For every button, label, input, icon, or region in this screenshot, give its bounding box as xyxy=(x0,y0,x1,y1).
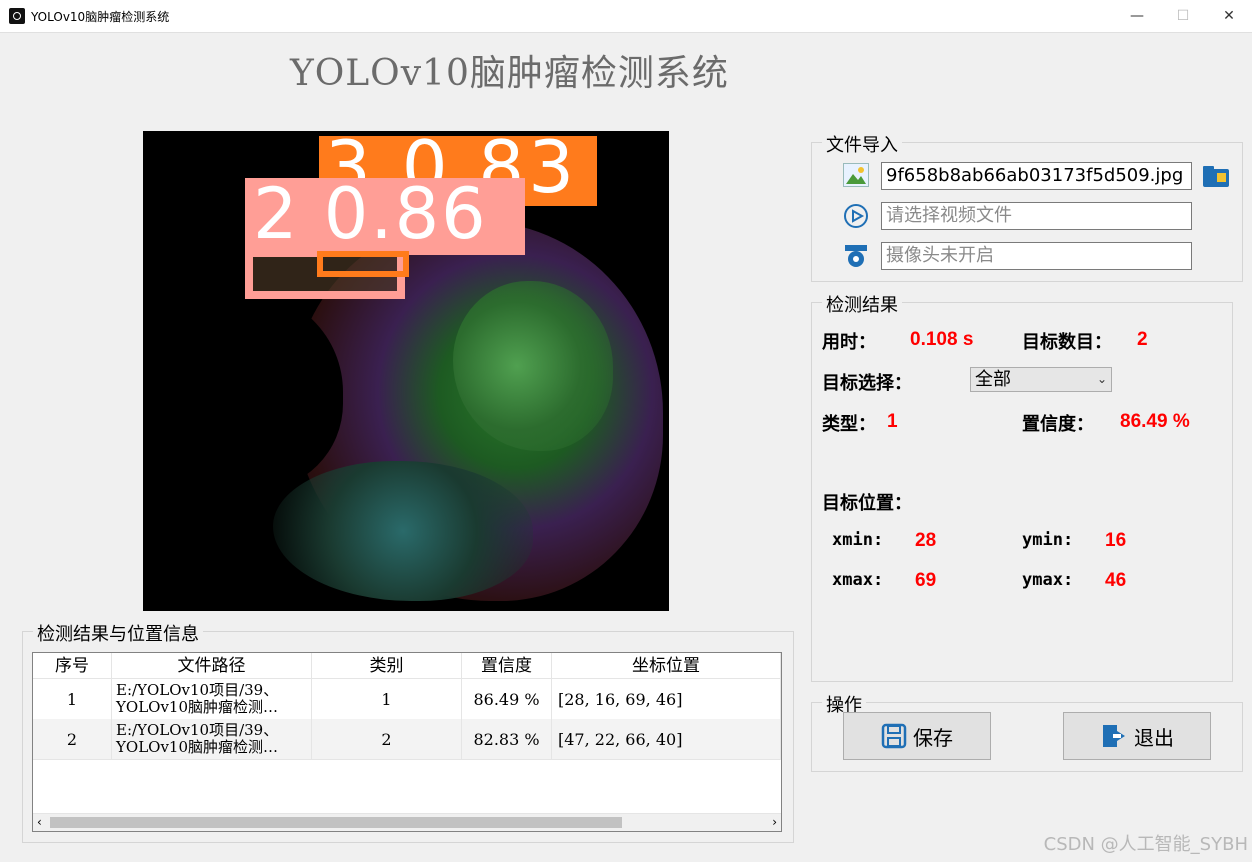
camera-icon[interactable] xyxy=(843,243,869,273)
table-header-class[interactable]: 类别 xyxy=(312,653,462,679)
save-icon xyxy=(881,723,907,749)
horizontal-scrollbar[interactable]: ‹ › xyxy=(33,813,781,831)
save-button[interactable]: 保存 xyxy=(843,712,991,760)
detection-bbox-3 xyxy=(317,251,409,277)
table-row[interactable]: 1 E:/YOLOv10项目/39、 YOLOv10脑肿瘤检测… 1 86.49… xyxy=(33,679,781,720)
row-path: E:/YOLOv10项目/39、 YOLOv10脑肿瘤检测… xyxy=(112,719,312,759)
watermark: CSDN @人工智能_SYBH xyxy=(1043,834,1248,855)
row-coords: [28, 16, 69, 46] xyxy=(552,679,781,719)
xmin-value: 28 xyxy=(915,530,937,551)
row-path-line1: E:/YOLOv10项目/39、 xyxy=(116,721,279,739)
xmax-value: 69 xyxy=(915,570,937,591)
scroll-left-icon[interactable]: ‹ xyxy=(37,814,42,831)
count-label: 目标数目： xyxy=(1022,332,1112,353)
time-label: 用时： xyxy=(822,332,876,353)
scroll-right-icon[interactable]: › xyxy=(772,814,777,831)
save-button-label: 保存 xyxy=(913,725,953,750)
ymax-value: 46 xyxy=(1105,570,1127,591)
image-path-field[interactable]: 9f658b8ab66ab03173f5d509.jpg xyxy=(881,162,1192,190)
confidence-value: 86.49 % xyxy=(1120,411,1190,432)
detection-results-title: 检测结果 xyxy=(822,291,902,317)
page-title: YOLOv10脑肿瘤检测系统 xyxy=(290,53,729,94)
file-import-title: 文件导入 xyxy=(822,131,902,157)
exit-button[interactable]: 退出 xyxy=(1063,712,1211,760)
time-value: 0.108 s xyxy=(910,329,974,350)
row-path-line2: YOLOv10脑肿瘤检测… xyxy=(116,738,279,756)
row-path: E:/YOLOv10项目/39、 YOLOv10脑肿瘤检测… xyxy=(112,679,312,719)
detection-label-2: 2 0.86 xyxy=(253,173,488,255)
row-index: 1 xyxy=(33,679,112,719)
camera-field[interactable]: 摄像头未开启 xyxy=(881,242,1192,270)
app-icon xyxy=(9,8,25,24)
row-path-line1: E:/YOLOv10项目/39、 xyxy=(116,681,279,699)
scrollbar-thumb[interactable] xyxy=(50,817,622,828)
target-select-value: 全部 xyxy=(975,369,1011,390)
row-path-line2: YOLOv10脑肿瘤检测… xyxy=(116,698,279,716)
image-file-icon[interactable] xyxy=(843,163,869,187)
open-folder-icon[interactable] xyxy=(1202,163,1230,193)
maximize-button[interactable]: ☐ xyxy=(1160,0,1206,32)
xmin-label: xmin: xyxy=(832,530,884,550)
ymin-label: ymin: xyxy=(1022,530,1074,550)
results-table[interactable]: 序号 文件路径 类别 置信度 坐标位置 1 E:/YOLOv10项目/39、 Y… xyxy=(32,652,782,832)
detection-image: 3 0.83 2 0.86 xyxy=(143,131,669,611)
close-button[interactable]: ✕ xyxy=(1206,0,1252,32)
table-header-confidence[interactable]: 置信度 xyxy=(462,653,552,679)
count-value: 2 xyxy=(1137,329,1148,350)
table-row[interactable]: 2 E:/YOLOv10项目/39、 YOLOv10脑肿瘤检测… 2 82.83… xyxy=(33,719,781,760)
row-class: 2 xyxy=(312,719,462,759)
target-position-label: 目标位置： xyxy=(822,493,912,514)
window-title: YOLOv10脑肿瘤检测系统 xyxy=(31,10,170,24)
row-class: 1 xyxy=(312,679,462,719)
row-coords: [47, 22, 66, 40] xyxy=(552,719,781,759)
minimize-button[interactable]: — xyxy=(1114,0,1160,32)
row-confidence: 86.49 % xyxy=(462,679,552,719)
ymin-value: 16 xyxy=(1105,530,1127,551)
table-group-title: 检测结果与位置信息 xyxy=(33,620,203,646)
table-header-coords[interactable]: 坐标位置 xyxy=(552,653,781,679)
table-header-index[interactable]: 序号 xyxy=(33,653,112,679)
video-file-field[interactable]: 请选择视频文件 xyxy=(881,202,1192,230)
target-select-label: 目标选择： xyxy=(822,373,912,394)
type-value: 1 xyxy=(887,411,898,432)
ymax-label: ymax: xyxy=(1022,570,1074,590)
row-index: 2 xyxy=(33,719,112,759)
table-header-path[interactable]: 文件路径 xyxy=(112,653,312,679)
target-select[interactable]: 全部 ⌄ xyxy=(970,367,1112,392)
window-titlebar: YOLOv10脑肿瘤检测系统 — ☐ ✕ xyxy=(0,0,1252,33)
exit-button-label: 退出 xyxy=(1134,725,1174,750)
confidence-label: 置信度： xyxy=(1022,414,1094,435)
xmax-label: xmax: xyxy=(832,570,884,590)
chevron-down-icon: ⌄ xyxy=(1096,372,1107,386)
row-confidence: 82.83 % xyxy=(462,719,552,759)
exit-icon xyxy=(1103,725,1125,747)
type-label: 类型： xyxy=(822,414,876,435)
video-play-icon[interactable] xyxy=(843,203,869,233)
